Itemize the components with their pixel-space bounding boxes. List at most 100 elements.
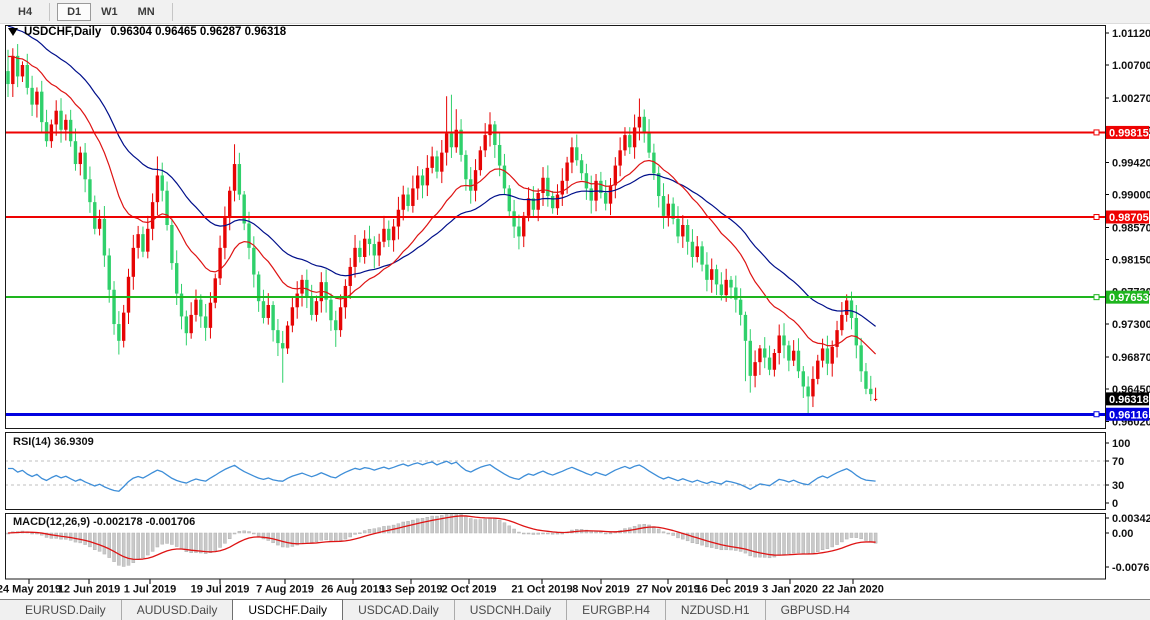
candle-body bbox=[430, 156, 433, 167]
candle-body bbox=[151, 202, 154, 229]
candle-body bbox=[459, 130, 462, 155]
macd-histogram-bar bbox=[864, 533, 867, 540]
macd-histogram-bar bbox=[310, 533, 313, 542]
macd-histogram-bar bbox=[715, 533, 718, 549]
symbol-marker-icon bbox=[8, 28, 18, 36]
chart-tab-usdcnh-daily[interactable]: USDCNH.Daily bbox=[454, 600, 566, 620]
candle-body bbox=[189, 315, 192, 333]
candle-body bbox=[787, 345, 790, 360]
candle-body bbox=[590, 188, 593, 200]
macd-histogram-bar bbox=[489, 518, 492, 533]
candle-body bbox=[450, 134, 453, 148]
macd-histogram-bar bbox=[826, 533, 829, 549]
candle-body bbox=[276, 330, 279, 343]
macd-histogram-bar bbox=[836, 533, 839, 545]
candle-body bbox=[628, 135, 631, 147]
chart-ohlc-values: 0.96304 0.96465 0.96287 0.96318 bbox=[110, 26, 286, 38]
macd-histogram-bar bbox=[484, 519, 487, 533]
candle-body bbox=[797, 351, 800, 372]
macd-histogram-bar bbox=[532, 533, 535, 534]
candle-body bbox=[647, 132, 650, 153]
candle-body bbox=[508, 188, 511, 211]
candle-body bbox=[705, 265, 708, 280]
candle-body bbox=[6, 71, 9, 84]
macd-histogram-bar bbox=[103, 533, 106, 554]
line-handle[interactable] bbox=[1094, 215, 1099, 220]
candle-body bbox=[445, 134, 448, 153]
macd-histogram-bar bbox=[209, 533, 212, 553]
line-handle[interactable] bbox=[1094, 130, 1099, 135]
macd-histogram-bar bbox=[108, 533, 111, 558]
candle-body bbox=[527, 198, 530, 216]
level-price-badge-text: 0.96116 bbox=[1109, 409, 1148, 421]
line-handle[interactable] bbox=[1094, 295, 1099, 300]
macd-histogram-bar bbox=[821, 533, 824, 550]
macd-histogram-bar bbox=[204, 533, 207, 554]
chart-tab-eurgbp-h4[interactable]: EURGBP.H4 bbox=[566, 600, 665, 620]
candle-body bbox=[300, 280, 303, 294]
macd-histogram-bar bbox=[522, 533, 525, 534]
chart-tab-nzdusd-h1[interactable]: NZDUSD.H1 bbox=[665, 600, 765, 620]
candle-body bbox=[474, 170, 477, 191]
macd-histogram-bar bbox=[141, 533, 144, 558]
macd-histogram-bar bbox=[69, 533, 72, 540]
macd-histogram-bar bbox=[291, 533, 294, 546]
candle-body bbox=[59, 111, 62, 130]
timeframe-toolbar: H4 D1W1MN bbox=[0, 0, 1150, 24]
candle-body bbox=[271, 305, 274, 330]
date-label: 26 Aug 2019 bbox=[321, 584, 385, 596]
macd-histogram-bar bbox=[411, 520, 414, 533]
candle-body bbox=[88, 179, 91, 202]
candle-body bbox=[238, 164, 241, 194]
candle-body bbox=[464, 155, 467, 179]
candle-body bbox=[483, 135, 486, 150]
chart-tab-audusd-daily[interactable]: AUDUSD.Daily bbox=[121, 600, 233, 620]
price-tick-label: 0.98570 bbox=[1112, 222, 1150, 234]
macd-histogram-bar bbox=[503, 523, 506, 533]
candle-body bbox=[392, 227, 395, 241]
macd-histogram-bar bbox=[869, 533, 872, 542]
candle-body bbox=[170, 225, 173, 263]
candle-body bbox=[26, 65, 29, 88]
candle-body bbox=[11, 56, 14, 84]
candle-body bbox=[426, 168, 429, 186]
timeframe-button-h4[interactable]: H4 bbox=[8, 3, 42, 21]
candle-body bbox=[132, 248, 135, 277]
candle-body bbox=[806, 387, 809, 397]
timeframe-button-d1[interactable]: D1 bbox=[57, 3, 91, 21]
candle-body bbox=[831, 347, 834, 364]
rsi-tick-label: 70 bbox=[1112, 456, 1124, 468]
candle-body bbox=[397, 210, 400, 227]
candle-body bbox=[565, 163, 568, 181]
timeframe-button-w1[interactable]: W1 bbox=[91, 3, 128, 21]
macd-histogram-bar bbox=[122, 533, 125, 566]
rsi-tick-label: 100 bbox=[1112, 438, 1130, 450]
candle-body bbox=[700, 246, 703, 264]
date-label: 1 Jul 2019 bbox=[124, 584, 177, 596]
timeframe-button-mn[interactable]: MN bbox=[128, 3, 165, 21]
macd-histogram-bar bbox=[435, 516, 438, 533]
candle-body bbox=[127, 277, 130, 313]
chart-tab-eurusd-daily[interactable]: EURUSD.Daily bbox=[10, 600, 121, 620]
line-handle[interactable] bbox=[1094, 412, 1099, 417]
date-label: 12 Jun 2019 bbox=[58, 584, 120, 596]
candle-body bbox=[749, 341, 752, 376]
chart-tab-gbpusd-h4[interactable]: GBPUSD.H4 bbox=[765, 600, 865, 620]
macd-tick-label: -0.007615 bbox=[1112, 562, 1150, 574]
level-price-badge-text: 0.99815 bbox=[1109, 127, 1149, 139]
candle-body bbox=[146, 229, 149, 252]
macd-histogram-bar bbox=[137, 533, 140, 560]
macd-histogram-bar bbox=[604, 533, 607, 534]
candle-body bbox=[522, 216, 525, 237]
macd-histogram-bar bbox=[643, 524, 646, 533]
chart-tab-usdcad-daily[interactable]: USDCAD.Daily bbox=[343, 600, 454, 620]
moving-average-fast-line bbox=[8, 56, 876, 354]
macd-histogram-bar bbox=[676, 533, 679, 538]
date-label: 3 Jan 2020 bbox=[762, 584, 818, 596]
chart-tab-usdchf-daily[interactable]: USDCHF.Daily bbox=[232, 599, 343, 620]
candle-body bbox=[30, 88, 33, 105]
macd-histogram-bar bbox=[749, 533, 752, 556]
candle-body bbox=[382, 229, 385, 242]
candle-body bbox=[40, 92, 43, 122]
macd-histogram-bar bbox=[542, 533, 545, 534]
